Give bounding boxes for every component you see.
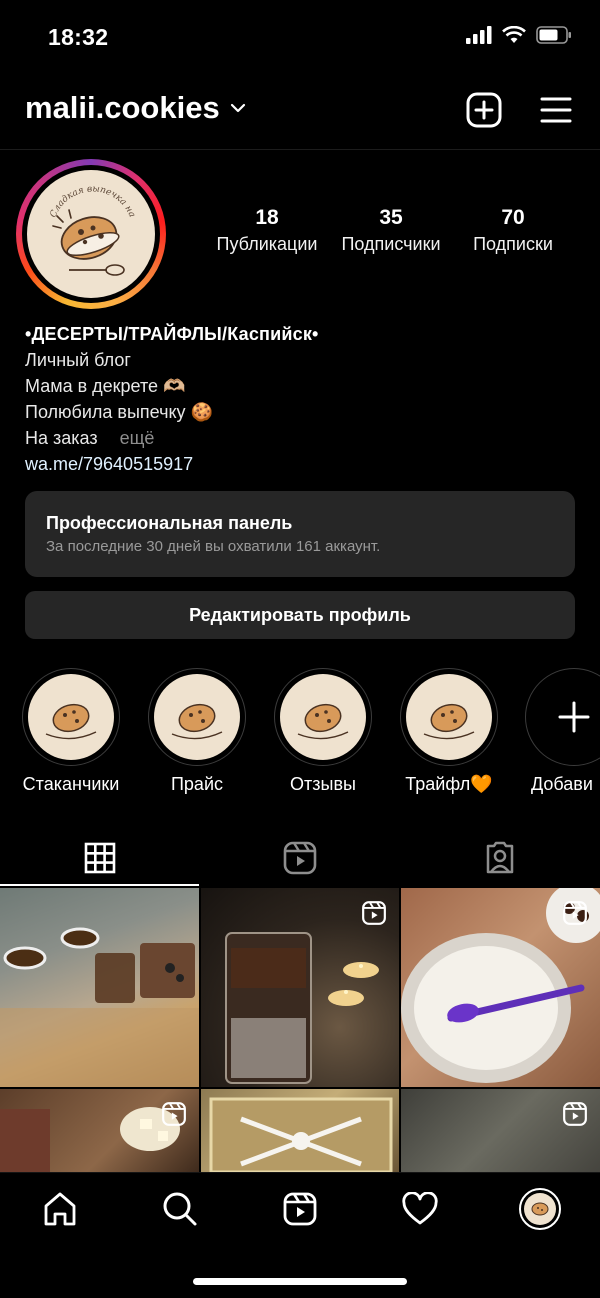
grid-icon: [84, 842, 116, 874]
nav-home[interactable]: [30, 1189, 90, 1229]
plus-icon: [558, 701, 590, 733]
nav-reels[interactable]: [270, 1189, 330, 1229]
highlight-item[interactable]: Прайс: [147, 668, 247, 795]
highlight-label: Трайфл🧡: [405, 774, 493, 794]
professional-dashboard-title: Профессиональная панель: [46, 513, 293, 533]
stat-followers-label: Подписчики: [341, 234, 441, 254]
status-time: 18:32: [48, 24, 109, 50]
menu-icon[interactable]: [540, 96, 572, 124]
bio-line: На заказ: [25, 428, 98, 448]
add-highlight-ring: [525, 668, 600, 766]
cookie-icon: [297, 703, 349, 740]
highlight-item[interactable]: Отзывы: [273, 668, 373, 795]
reels-icon: [162, 1102, 186, 1126]
cookie-logo: Сладкая выпечка на заказ: [27, 170, 155, 298]
tab-tagged[interactable]: [400, 830, 600, 886]
stat-posts[interactable]: 18 Публикации: [197, 206, 337, 255]
highlight-label: Добави: [531, 774, 593, 794]
home-indicator: [193, 1278, 407, 1285]
highlight-item[interactable]: Трайфл🧡: [399, 668, 499, 795]
bio-more-link[interactable]: ещё: [120, 428, 155, 448]
nav-profile[interactable]: [510, 1188, 570, 1230]
post-thumbnail[interactable]: [401, 1089, 600, 1172]
header-divider: [0, 149, 600, 150]
highlight-cover: [280, 674, 366, 760]
nav-activity[interactable]: [390, 1189, 450, 1229]
bio-line: Личный блог: [25, 350, 131, 370]
profile-avatar-small: [519, 1188, 561, 1230]
cookie-icon: [171, 703, 223, 740]
bio-line-with-more: На заказ ещё: [25, 425, 319, 451]
profile-avatar[interactable]: Сладкая выпечка на заказ: [16, 159, 166, 309]
stat-following[interactable]: 70 Подписки: [443, 206, 583, 255]
post-thumbnail[interactable]: [401, 888, 600, 1087]
bio-line: Полюбила выпечку 🍪: [25, 402, 213, 422]
heart-icon: [402, 1192, 438, 1225]
battery-icon: [536, 26, 571, 44]
reels-icon: [563, 1102, 587, 1126]
home-icon: [44, 1192, 76, 1226]
highlight-label: Отзывы: [290, 774, 356, 794]
profile-tabs: [0, 830, 600, 886]
profile-name: •ДЕСЕРТЫ/ТРАЙФЛЫ/Каспийск•: [25, 324, 319, 344]
add-highlight[interactable]: Добави: [525, 668, 600, 795]
post-image: [209, 1097, 393, 1172]
cookie-icon: [45, 703, 97, 740]
stat-followers-value: 35: [379, 206, 403, 229]
signal-icon: [466, 26, 492, 44]
edit-profile-button[interactable]: Редактировать профиль: [25, 591, 575, 639]
reels-icon: [563, 901, 587, 925]
highlight-cover: [154, 674, 240, 760]
reel-badge: [361, 900, 387, 931]
svg-text:Сладкая выпечка на заказ: Сладкая выпечка на заказ: [35, 178, 138, 221]
post-thumbnail[interactable]: [201, 888, 399, 1087]
wifi-icon: [502, 26, 526, 43]
stat-posts-label: Публикации: [216, 234, 318, 254]
tab-grid[interactable]: [0, 830, 200, 886]
reel-badge: [562, 1101, 588, 1132]
chevron-down-icon: [230, 103, 245, 113]
nav-search[interactable]: [150, 1189, 210, 1229]
professional-dashboard-subtitle: За последние 30 дней вы охватили 161 акк…: [46, 538, 381, 555]
tagged-icon: [486, 841, 514, 874]
active-tab-indicator: [0, 884, 199, 886]
highlight-cover: [406, 674, 492, 760]
reel-badge: [562, 900, 588, 931]
reels-icon: [362, 901, 386, 925]
stat-followers[interactable]: 35 Подписчики: [321, 206, 461, 255]
stat-posts-value: 18: [255, 206, 279, 229]
logo-text: Сладкая выпечка на заказ: [35, 178, 138, 221]
username: malii.cookies: [25, 90, 220, 125]
bio-line: Мама в декрете 🫶🏼: [25, 376, 186, 396]
cookie-icon: [531, 1202, 549, 1216]
reel-badge: [161, 1101, 187, 1132]
tab-reels[interactable]: [200, 830, 400, 886]
header-actions: [466, 92, 572, 128]
reels-icon: [283, 841, 317, 875]
reels-icon: [283, 1192, 317, 1226]
bio-website-link[interactable]: wa.me/79640515917: [25, 451, 319, 477]
highlight-label: Прайс: [170, 774, 223, 794]
professional-dashboard[interactable]: Профессиональная панель За последние 30 …: [25, 491, 575, 577]
highlight-cover: [28, 674, 114, 760]
create-post-icon[interactable]: [466, 92, 502, 128]
highlight-label: Стаканчики: [22, 774, 120, 794]
bio: •ДЕСЕРТЫ/ТРАЙФЛЫ/Каспийск• Личный блог М…: [25, 321, 319, 477]
post-image: [0, 927, 199, 1087]
stat-following-label: Подписки: [473, 234, 553, 254]
username-switcher[interactable]: malii.cookies: [25, 90, 246, 126]
post-thumbnail[interactable]: [0, 1089, 199, 1172]
post-thumbnail[interactable]: [201, 1089, 399, 1172]
cookie-logo-icon: Сладкая выпечка на заказ: [35, 178, 138, 276]
status-icons: [466, 26, 572, 44]
highlight-item[interactable]: Стаканчики: [21, 668, 121, 795]
stat-following-value: 70: [501, 206, 525, 229]
search-icon: [163, 1192, 197, 1226]
cookie-icon: [423, 703, 475, 740]
post-thumbnail[interactable]: [0, 888, 199, 1087]
